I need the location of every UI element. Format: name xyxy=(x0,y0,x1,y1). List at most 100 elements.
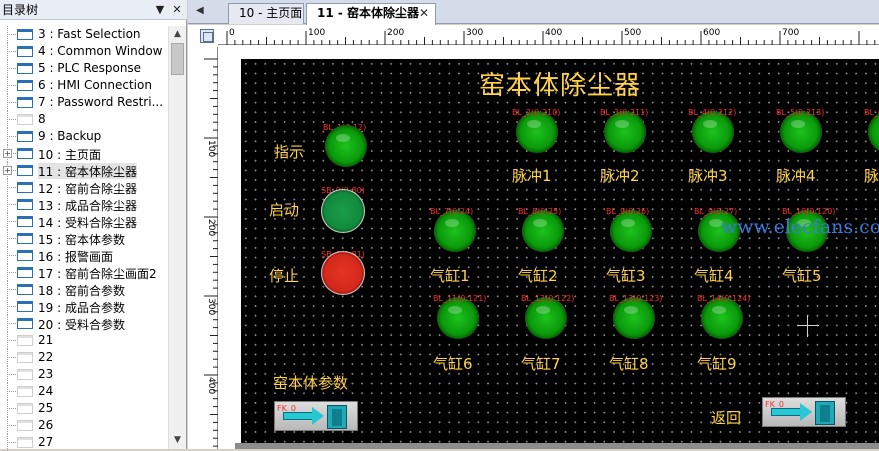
status-lamp[interactable] xyxy=(692,111,734,153)
tree-item[interactable]: 20 : 受料合参数 xyxy=(0,315,168,332)
tree-item[interactable]: 14 : 受料合除尘器 xyxy=(0,213,168,230)
status-lamp[interactable] xyxy=(522,210,564,252)
lamp-label: 脉冲2 xyxy=(600,167,640,185)
expand-icon[interactable]: + xyxy=(3,149,12,158)
tree-item[interactable]: 4 : Common Window xyxy=(0,43,168,60)
ruler-corner-icon[interactable] xyxy=(200,29,214,43)
tree-item[interactable]: 5 : PLC Response xyxy=(0,60,168,77)
screen-icon xyxy=(17,318,33,329)
tree-item[interactable]: 13 : 成品合除尘器 xyxy=(0,196,168,213)
lamp-label: 气缸8 xyxy=(609,355,649,373)
tree-line xyxy=(7,238,16,239)
ruler-label: 300 xyxy=(466,28,483,38)
lamp-tag: BL_7(0:24) xyxy=(430,207,474,216)
status-lamp[interactable] xyxy=(613,297,655,339)
lamp-label: 脉冲4 xyxy=(776,167,816,185)
lamp-tag: BL_5(0:213) xyxy=(776,108,825,117)
tree-title: 目录树 xyxy=(2,3,39,17)
tree-item-label: 15 : 窑本体参数 xyxy=(38,233,125,247)
tree-item[interactable]: 3 : Fast Selection xyxy=(0,26,168,43)
lamp-label: 气缸5 xyxy=(782,267,822,285)
tree-scrollbar[interactable]: ▲ ▼ xyxy=(168,26,186,449)
status-lamp[interactable] xyxy=(516,111,558,153)
tree-item[interactable]: 8 xyxy=(0,111,168,128)
dropdown-icon[interactable]: ▼ xyxy=(153,3,167,17)
tree-item[interactable]: 27 xyxy=(0,434,168,451)
indicator-lamp[interactable] xyxy=(325,125,367,167)
tree-line xyxy=(7,408,16,409)
ruler-label: 100 xyxy=(308,28,325,38)
tree-item[interactable]: 6 : HMI Connection xyxy=(0,77,168,94)
tree-line xyxy=(7,136,16,137)
screen-icon xyxy=(17,386,33,397)
status-lamp[interactable] xyxy=(434,210,476,252)
lamp-tag: BL_14(0:124) xyxy=(697,294,751,303)
tab-scroll-left-icon[interactable]: ◀ xyxy=(196,3,210,19)
tree-item[interactable]: 16 : 报警画面 xyxy=(0,247,168,264)
tree-line xyxy=(7,425,16,426)
status-lamp[interactable] xyxy=(525,297,567,339)
tree-item-label: 27 xyxy=(38,435,54,449)
lamp-tag: BL_12(0:122) xyxy=(521,294,575,303)
tree-item-label: 20 : 受料合参数 xyxy=(38,318,125,332)
tree-item[interactable]: 19 : 成品合参数 xyxy=(0,298,168,315)
tree-item[interactable]: 12 : 窑前合除尘器 xyxy=(0,179,168,196)
tree-item[interactable]: 17 : 窑前合除尘画面2 xyxy=(0,264,168,281)
status-lamp[interactable] xyxy=(780,111,822,153)
tab-main-page[interactable]: 10 - 主页面 xyxy=(228,3,304,24)
kiln-params-button[interactable]: FK_0 xyxy=(274,401,358,431)
tab-label: 11 - 窑本体除尘器 xyxy=(317,6,420,20)
scroll-down-icon[interactable]: ▼ xyxy=(169,432,186,449)
tree-line xyxy=(7,391,16,392)
tree-line xyxy=(7,323,16,324)
tree-item[interactable]: 24 xyxy=(0,383,168,400)
close-icon[interactable]: ✕ xyxy=(170,3,184,17)
tree-item[interactable]: +11 : 窑本体除尘器 xyxy=(0,162,168,179)
screen-icon xyxy=(17,335,33,346)
tree-line xyxy=(7,374,16,375)
screen-icon xyxy=(17,97,33,108)
ruler-label: 400 xyxy=(545,28,562,38)
tree-item[interactable]: 9 : Backup xyxy=(0,128,168,145)
status-lamp[interactable] xyxy=(701,297,743,339)
tree-item[interactable]: 18 : 窑前合参数 xyxy=(0,281,168,298)
tree-item[interactable]: +10 : 主页面 xyxy=(0,145,168,162)
tree-item-label: 17 : 窑前合除尘画面2 xyxy=(38,267,157,281)
tree-item[interactable]: 23 xyxy=(0,366,168,383)
start-label: 启动 xyxy=(269,201,300,219)
tree-item[interactable]: 15 : 窑本体参数 xyxy=(0,230,168,247)
tree-line xyxy=(7,187,16,188)
tree-item[interactable]: 22 xyxy=(0,349,168,366)
screen-icon xyxy=(17,165,33,176)
lamp-label: 气缸6 xyxy=(433,355,473,373)
scroll-up-icon[interactable]: ▲ xyxy=(169,26,186,43)
ruler-label: 100 xyxy=(206,140,216,157)
back-button[interactable]: FK_0 xyxy=(762,397,846,427)
crosshair-cursor-icon xyxy=(797,315,819,337)
start-button[interactable] xyxy=(321,189,365,233)
status-lamp[interactable] xyxy=(610,210,652,252)
stop-button[interactable] xyxy=(321,251,365,295)
door-icon xyxy=(815,401,835,425)
tree-item[interactable]: 26 xyxy=(0,417,168,434)
tree-item[interactable]: 7 : Password Restri... xyxy=(0,94,168,111)
status-lamp[interactable] xyxy=(437,297,479,339)
tree-item[interactable]: 25 xyxy=(0,400,168,417)
tree-line xyxy=(7,340,16,341)
screen-icon xyxy=(17,301,33,312)
scroll-thumb[interactable] xyxy=(171,43,184,75)
tree-item[interactable]: 21 xyxy=(0,332,168,349)
tab-kiln-dust-collector[interactable]: 11 - 窑本体除尘器 ✕ xyxy=(306,3,436,25)
ruler-label: 300 xyxy=(206,298,216,315)
tree-item-label: 7 : Password Restri... xyxy=(38,95,164,109)
screen-icon xyxy=(17,369,33,380)
status-lamp[interactable] xyxy=(868,111,879,153)
screen-icon xyxy=(17,131,33,142)
hmi-canvas[interactable]: 窑本体除尘器 BL_1(0:12) 指示 SB_0(0:80) 启动 SB_0(… xyxy=(241,59,879,443)
tab-close-icon[interactable]: ✕ xyxy=(419,4,429,23)
lamp-tag: BL_8(0:25) xyxy=(518,207,562,216)
tree-item-label: 16 : 报警画面 xyxy=(38,250,113,264)
status-lamp[interactable] xyxy=(604,111,646,153)
tree-line xyxy=(7,221,16,222)
expand-icon[interactable]: + xyxy=(3,166,12,175)
